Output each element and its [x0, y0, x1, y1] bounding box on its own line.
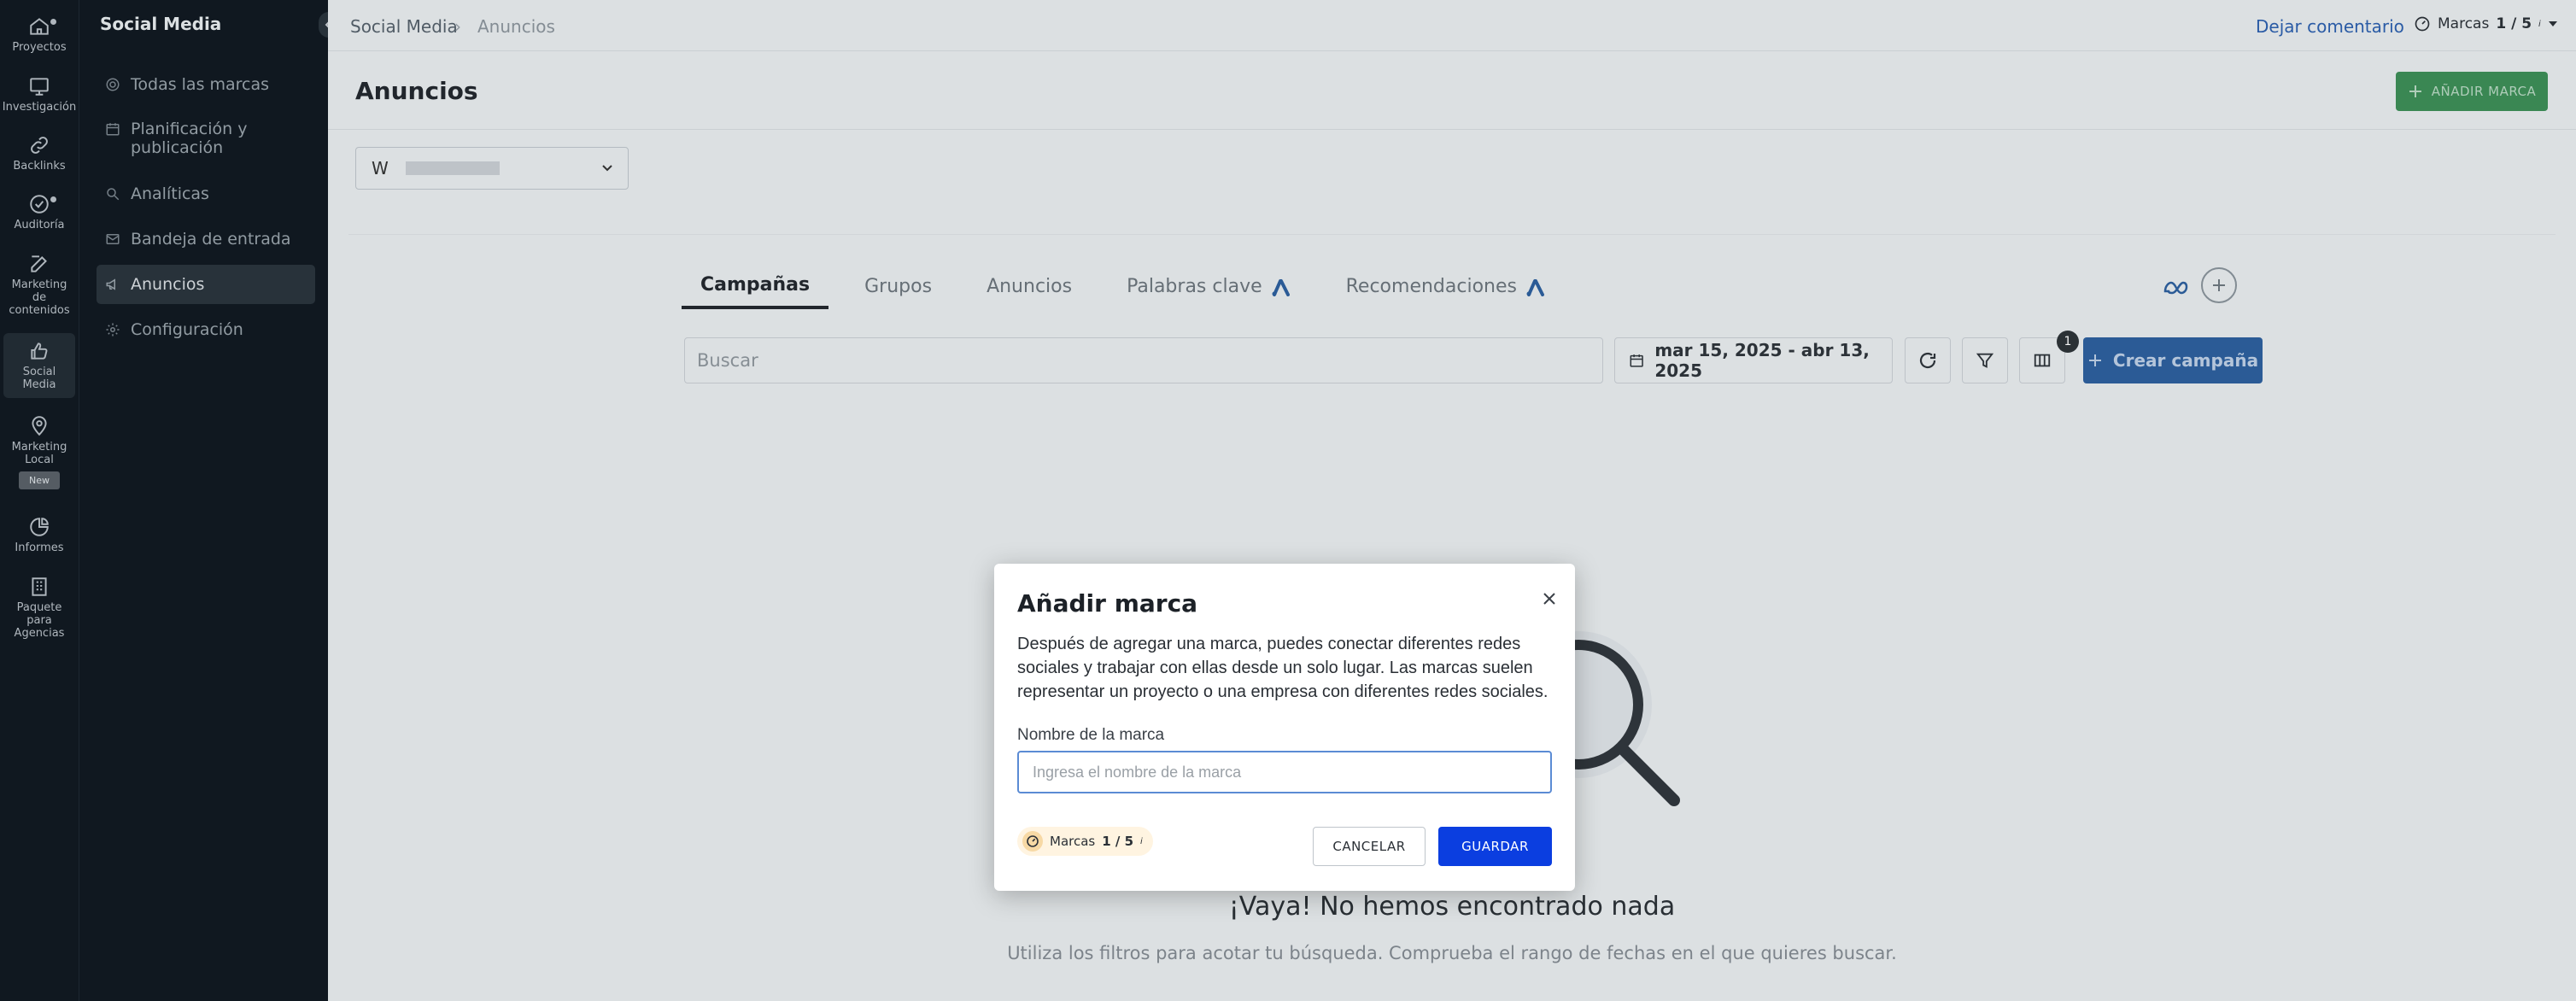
close-button[interactable] — [1538, 588, 1560, 610]
cancel-button[interactable]: CANCELAR — [1313, 827, 1426, 866]
add-brand-modal: Añadir marca Después de agregar una marc… — [994, 564, 1575, 891]
modal-description: Después de agregar una marca, puedes con… — [1017, 635, 1549, 701]
close-icon — [1543, 593, 1555, 605]
modal-title: Añadir marca — [1017, 589, 1198, 618]
brands-usage-chip: Marcas 1 / 5 i — [1017, 827, 1153, 856]
gauge-icon — [1022, 831, 1043, 852]
save-button[interactable]: GUARDAR — [1438, 827, 1552, 866]
brand-name-label: Nombre de la marca — [1017, 726, 1165, 744]
brand-name-input[interactable] — [1017, 751, 1552, 793]
info-icon: i — [1140, 836, 1143, 846]
brands-label: Marcas — [1050, 834, 1096, 849]
brands-count: 1 / 5 — [1102, 834, 1134, 849]
